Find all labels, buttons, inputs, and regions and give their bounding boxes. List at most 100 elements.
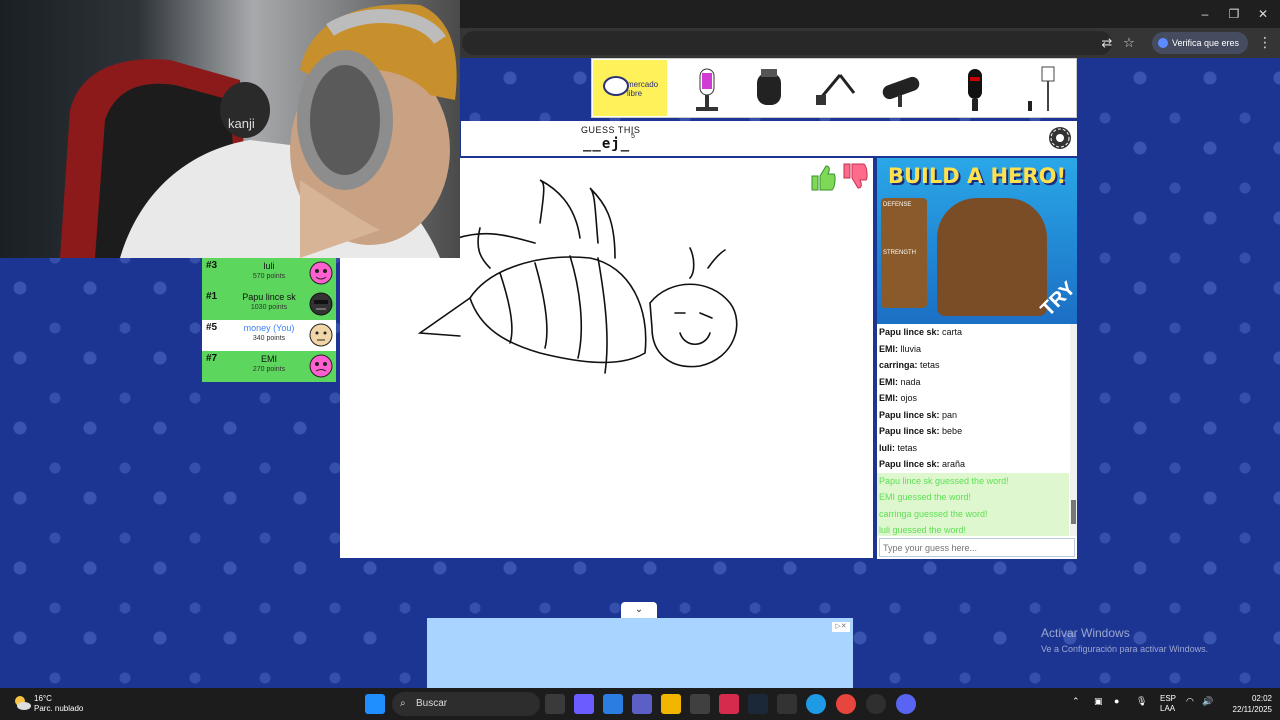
player-avatar [309, 323, 333, 347]
wifi-icon[interactable]: ◠ [1186, 696, 1194, 707]
taskbar-clock[interactable]: 02:02 22/11/2025 [1222, 693, 1272, 715]
player-points: 570 points [252, 273, 286, 280]
chat-user: Papu lince sk: [879, 409, 940, 420]
tray-app-icon[interactable]: ▣ [1094, 696, 1103, 707]
weather-cloud-icon[interactable] [12, 693, 32, 713]
word-bar: GUESS THIS __ej_ 5 [461, 121, 1077, 156]
chat-message: Papu lince sk: bebe [877, 423, 1069, 440]
player-row-you[interactable]: #5 money (You) 340 points [202, 320, 336, 351]
chat-text: carta [942, 327, 963, 337]
ring-light-product-icon [1028, 66, 1055, 111]
chat-text: nada [900, 376, 921, 387]
windows-activation-watermark: Activar Windows Ve a Configuración para … [1041, 626, 1208, 654]
app-icon[interactable] [777, 694, 797, 714]
chat-text: bebe [942, 426, 963, 436]
ad-title: BUILD A HERO! [887, 164, 1067, 188]
steam-icon[interactable] [748, 694, 768, 714]
chat-user: Papu lince sk: [879, 459, 940, 469]
chat-user: EMI: [879, 343, 898, 354]
player-rank: #3 [206, 260, 218, 271]
chat-scrollbar-thumb[interactable] [1071, 500, 1076, 524]
minimize-button[interactable]: – [1190, 4, 1220, 24]
build-a-hero-ad[interactable]: BUILD A HERO! DEFENSE STRENGTH TRY [877, 158, 1080, 324]
player-row[interactable]: #7 EMI 270 points [202, 351, 336, 382]
chat-message: EMI: lluvia [877, 341, 1069, 358]
player-name: luli [263, 261, 275, 271]
acrobat-icon[interactable] [719, 694, 739, 714]
watermark-title: Activar Windows [1041, 626, 1130, 640]
collapse-ad-button[interactable]: ⌄ [621, 602, 657, 618]
thumbs-down-icon[interactable] [840, 162, 868, 192]
discord-icon[interactable] [896, 694, 916, 714]
settings-gear-icon[interactable] [1046, 124, 1074, 152]
word-length: 5 [631, 133, 635, 140]
podcast-mic-product-icon [757, 69, 781, 105]
player-name: Papu lince sk [242, 292, 296, 302]
player-rank: #1 [206, 291, 218, 302]
tray-overflow-chevron-icon[interactable]: ⌃ [1072, 696, 1080, 707]
chat-text: ojos [900, 393, 918, 403]
obs-icon[interactable] [866, 694, 886, 714]
player-points: 1030 points [250, 304, 288, 311]
thumbs-up-icon[interactable] [808, 162, 836, 192]
weather-condition: Parc. nublado [34, 704, 84, 713]
weather-widget[interactable]: 16°C Parc. nublado [34, 694, 83, 714]
player-name: EMI [260, 354, 277, 364]
boom-arm-mic-product-icon [816, 74, 856, 105]
start-windows-icon[interactable] [365, 694, 385, 714]
player-avatar [309, 261, 333, 285]
outlook-icon[interactable] [603, 694, 623, 714]
player-rank: #7 [206, 353, 218, 364]
top-banner-ad[interactable]: mercado libre [591, 58, 1077, 118]
taskbar-search[interactable]: ⌕ Buscar [392, 692, 540, 716]
chat-scrollbar[interactable] [1070, 324, 1077, 536]
ad-close-icon[interactable]: ▷✕ [832, 622, 850, 632]
chat-user: EMI: [879, 393, 898, 403]
player-points: 270 points [252, 366, 286, 373]
verify-button[interactable]: Verifica que eres tú [1152, 32, 1248, 70]
profile-icon [1158, 38, 1168, 48]
task-view-icon[interactable] [545, 694, 565, 714]
chair-logo-text: kanji [228, 116, 255, 131]
ad-logo-text: mercado libre [627, 80, 659, 98]
tray-app-icon[interactable]: ● [1114, 696, 1119, 706]
watermark-subtitle: Ve a Configuración para activar Windows. [1041, 644, 1209, 654]
chat-user: Papu lince sk: [879, 327, 940, 337]
shotgun-mic-product-icon [882, 76, 920, 107]
ad-strength-label: STRENGTH [883, 250, 916, 256]
search-icon: ⌕ [400, 698, 406, 709]
guess-input[interactable] [879, 538, 1075, 557]
teams-icon[interactable] [632, 694, 652, 714]
player-avatar [309, 354, 333, 378]
file-explorer-icon[interactable] [661, 694, 681, 714]
more-menu-icon[interactable]: ⋮ [1258, 34, 1272, 52]
chat-text: araña [942, 459, 966, 469]
microphone-product-icon [696, 68, 718, 111]
bookmark-star-icon[interactable]: ☆ [1121, 35, 1137, 51]
player-points: 340 points [252, 335, 286, 342]
store-icon[interactable] [690, 694, 710, 714]
edge-icon[interactable] [806, 694, 826, 714]
chat-text: pan [942, 409, 958, 420]
dynamic-mic-product-icon [968, 69, 982, 111]
chat-message: Papu lince sk: carta [877, 324, 1069, 341]
url-field[interactable] [462, 31, 1112, 55]
search-label: Buscar [416, 698, 448, 709]
copilot-icon[interactable] [574, 694, 594, 714]
volume-icon[interactable]: 🔊 [1202, 696, 1213, 707]
close-window-button[interactable]: ✕ [1248, 4, 1278, 24]
translate-icon[interactable]: ⇄ [1099, 35, 1115, 51]
chat-message: carringa: tetas [877, 357, 1069, 374]
language-indicator[interactable]: ESP LAA [1160, 694, 1176, 714]
bottom-banner-ad[interactable]: ▷✕ [427, 618, 853, 688]
chat-user: luli: [879, 442, 895, 453]
player-row[interactable]: #3 luli 570 points [202, 258, 336, 289]
chrome-icon[interactable] [836, 694, 856, 714]
restore-button[interactable]: ❐ [1219, 4, 1249, 24]
chat-guessed-message: EMI guessed the word! [877, 489, 1069, 506]
windows-taskbar: 16°C Parc. nublado ⌕ Buscar ⌃ ▣ ● 🎙 ESP … [0, 688, 1280, 720]
player-avatar [309, 292, 333, 316]
player-name: money (You) [243, 323, 295, 333]
player-row[interactable]: #1 Papu lince sk 1030 points [202, 289, 336, 320]
microphone-icon[interactable]: 🎙 [1136, 696, 1147, 707]
